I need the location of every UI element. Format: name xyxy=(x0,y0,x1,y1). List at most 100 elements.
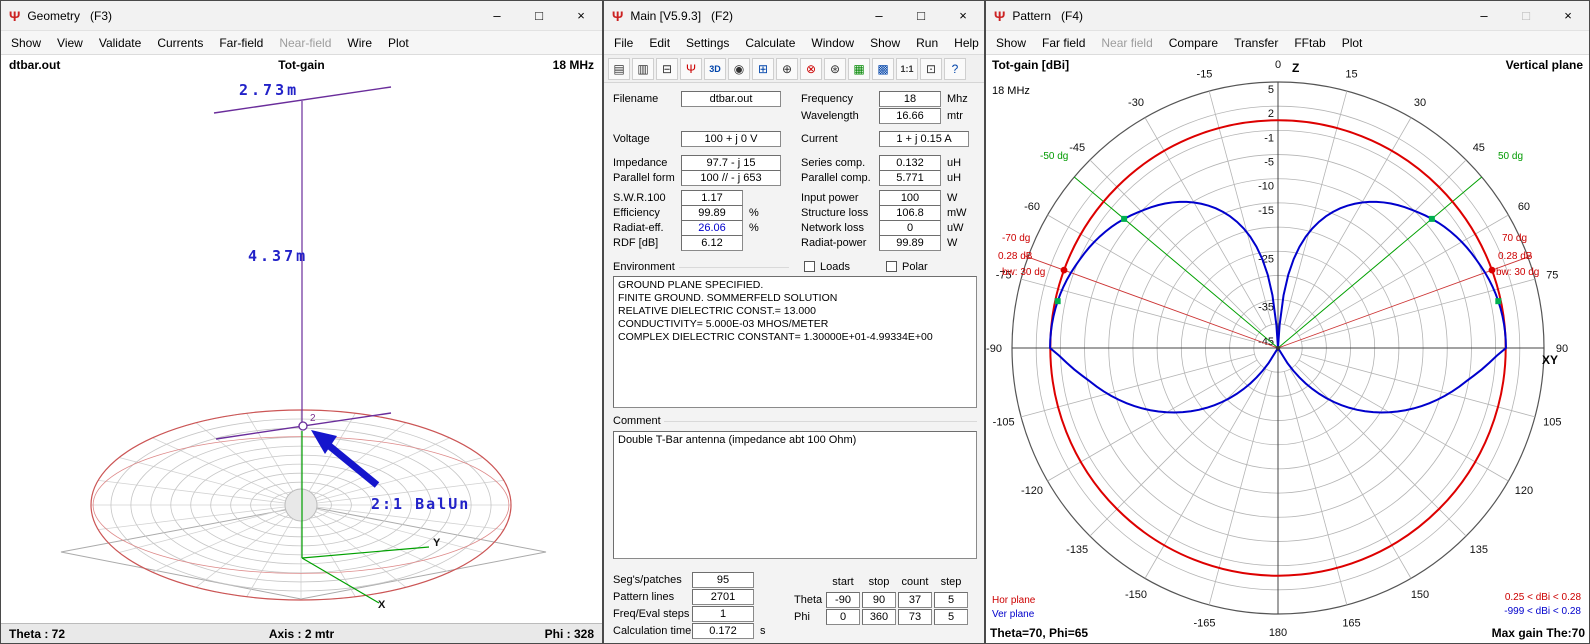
menu-item-show[interactable]: Show xyxy=(862,33,908,53)
save-file-icon[interactable]: ▥ xyxy=(632,58,654,80)
view-geometry-icon[interactable]: ◉ xyxy=(728,58,750,80)
radiat-power-field[interactable]: 99.89 xyxy=(879,235,941,251)
pattern-mesh-spoke xyxy=(301,505,449,572)
settings-icon[interactable]: ⊛ xyxy=(824,58,846,80)
scale-1-1-icon[interactable]: 1:1 xyxy=(896,58,918,80)
menu-item-view[interactable]: View xyxy=(49,33,91,53)
print-icon[interactable]: ⊟ xyxy=(656,58,678,80)
gain-table-icon[interactable]: ▦ xyxy=(848,58,870,80)
close-button[interactable]: × xyxy=(1547,1,1589,30)
geometry-menubar: ShowViewValidateCurrentsFar-fieldNear-fi… xyxy=(1,31,602,55)
window-icon[interactable]: ⊡ xyxy=(920,58,942,80)
menu-item-edit[interactable]: Edit xyxy=(641,33,678,53)
menu-item-help[interactable]: Help xyxy=(946,33,987,53)
3d-view-icon[interactable]: 3D xyxy=(704,58,726,80)
line-chart-icon[interactable]: ▩ xyxy=(872,58,894,80)
theta-stop-field[interactable]: 90 xyxy=(862,592,896,608)
theta-count-field[interactable]: 37 xyxy=(898,592,932,608)
smith-chart-icon[interactable]: ⊗ xyxy=(800,58,822,80)
segs-patches-label: Seg's/patches xyxy=(613,574,682,586)
close-button[interactable]: × xyxy=(942,1,984,30)
menu-item-file[interactable]: File xyxy=(606,33,641,53)
pattern-mesh-spoke xyxy=(301,505,406,587)
current-label: Current xyxy=(801,133,838,145)
environment-textbox[interactable]: GROUND PLANE SPECIFIED. FINITE GROUND. S… xyxy=(613,276,977,408)
menu-item-wire[interactable]: Wire xyxy=(339,33,380,53)
frequency-label: Frequency xyxy=(801,93,853,105)
wavelength-field[interactable]: 16.66 xyxy=(879,108,941,124)
loads-checkbox-label: Loads xyxy=(820,261,850,273)
antenna-icon[interactable]: Ψ xyxy=(680,58,702,80)
menu-item-show[interactable]: Show xyxy=(3,33,49,53)
window-title: Pattern (F4) xyxy=(1012,9,1463,23)
angle-tick-label: -120 xyxy=(1021,485,1043,497)
angle-tick-label: 15 xyxy=(1345,69,1357,81)
series-comp-field[interactable]: 0.132 xyxy=(879,155,941,171)
theta-step-field[interactable]: 5 xyxy=(934,592,968,608)
network-loss-field[interactable]: 0 xyxy=(879,220,941,236)
rdf-field[interactable]: 6.12 xyxy=(681,235,743,251)
swr-field[interactable]: 1.17 xyxy=(681,190,743,206)
menu-item-fftab[interactable]: FFtab xyxy=(1286,33,1333,53)
efficiency-field[interactable]: 99.89 xyxy=(681,205,743,221)
menu-item-transfer[interactable]: Transfer xyxy=(1226,33,1286,53)
menu-item-plot[interactable]: Plot xyxy=(1334,33,1371,53)
current-field[interactable]: 1 + j 0.15 A xyxy=(879,131,969,147)
menu-item-window[interactable]: Window xyxy=(803,33,862,53)
maximize-button[interactable]: □ xyxy=(1505,1,1547,30)
comment-textbox[interactable]: Double T-Bar antenna (impedance abt 100 … xyxy=(613,431,977,559)
phi-count-field[interactable]: 73 xyxy=(898,609,932,625)
geometry-header: dtbar.out Tot-gain 18 MHz xyxy=(1,55,602,75)
beam-level-right: 0.28 dB xyxy=(1498,251,1532,262)
geometry-window: Ψ Geometry (F3) – □ × ShowViewValidateCu… xyxy=(0,0,603,644)
pattern-plot-area[interactable]: 0153045607590105120135150165180-15-30-45… xyxy=(986,55,1589,643)
polar-grid-spoke xyxy=(1021,279,1255,342)
radiat-eff-field[interactable]: 26.06 xyxy=(681,220,743,236)
minimize-button[interactable]: – xyxy=(476,1,518,30)
menu-item-validate[interactable]: Validate xyxy=(91,33,149,53)
close-button[interactable]: × xyxy=(560,1,602,30)
wavelength-unit: mtr xyxy=(947,110,963,122)
efficiency-label: Efficiency xyxy=(613,207,660,219)
phi-step-field[interactable]: 5 xyxy=(934,609,968,625)
menu-item-plot[interactable]: Plot xyxy=(380,33,417,53)
minimize-button[interactable]: – xyxy=(858,1,900,30)
menu-item-far-field[interactable]: Far field xyxy=(1034,33,1093,53)
far-field-icon[interactable]: ⊕ xyxy=(776,58,798,80)
calculate-icon[interactable]: ⊞ xyxy=(752,58,774,80)
parallel-comp-field[interactable]: 5.771 xyxy=(879,170,941,186)
menu-item-settings[interactable]: Settings xyxy=(678,33,737,53)
phi-stop-field[interactable]: 360 xyxy=(862,609,896,625)
polar-checkbox[interactable] xyxy=(886,261,897,272)
dimension-top-width: 2.73m xyxy=(239,81,299,99)
menu-item-currents[interactable]: Currents xyxy=(149,33,211,53)
loads-checkbox[interactable] xyxy=(804,261,815,272)
calc-time-unit: s xyxy=(760,625,766,637)
max-gain-label: Max gain The:70 xyxy=(1492,626,1585,640)
menu-item-compare[interactable]: Compare xyxy=(1161,33,1226,53)
red-marker xyxy=(1061,267,1068,274)
frequency-field[interactable]: 18 xyxy=(879,91,941,107)
beam-angle-right: 70 dg xyxy=(1502,233,1527,244)
menu-item-calculate[interactable]: Calculate xyxy=(737,33,803,53)
impedance-field[interactable]: 97.7 - j 15 xyxy=(681,155,781,171)
input-power-field[interactable]: 100 xyxy=(879,190,941,206)
menu-item-far-field[interactable]: Far-field xyxy=(211,33,271,53)
green-marker xyxy=(1055,298,1061,304)
pattern-mesh-spoke xyxy=(98,480,301,505)
structure-loss-field[interactable]: 106.8 xyxy=(879,205,941,221)
open-file-icon[interactable]: ▤ xyxy=(608,58,630,80)
filename-field[interactable]: dtbar.out xyxy=(681,91,781,107)
menu-item-show[interactable]: Show xyxy=(988,33,1034,53)
help-icon[interactable]: ? xyxy=(944,58,966,80)
minimize-button[interactable]: – xyxy=(1463,1,1505,30)
theta-start-field[interactable]: -90 xyxy=(826,592,860,608)
maximize-button[interactable]: □ xyxy=(900,1,942,30)
maximize-button[interactable]: □ xyxy=(518,1,560,30)
parallel-form-field[interactable]: 100 // - j 653 xyxy=(681,170,781,186)
geometry-canvas[interactable]: 2.73m 4.37m 2:1 BalUn 2 X Y xyxy=(1,75,602,623)
segs-patches-field: 95 xyxy=(692,572,754,588)
menu-item-run[interactable]: Run xyxy=(908,33,946,53)
voltage-field[interactable]: 100 + j 0 V xyxy=(681,131,781,147)
phi-start-field[interactable]: 0 xyxy=(826,609,860,625)
